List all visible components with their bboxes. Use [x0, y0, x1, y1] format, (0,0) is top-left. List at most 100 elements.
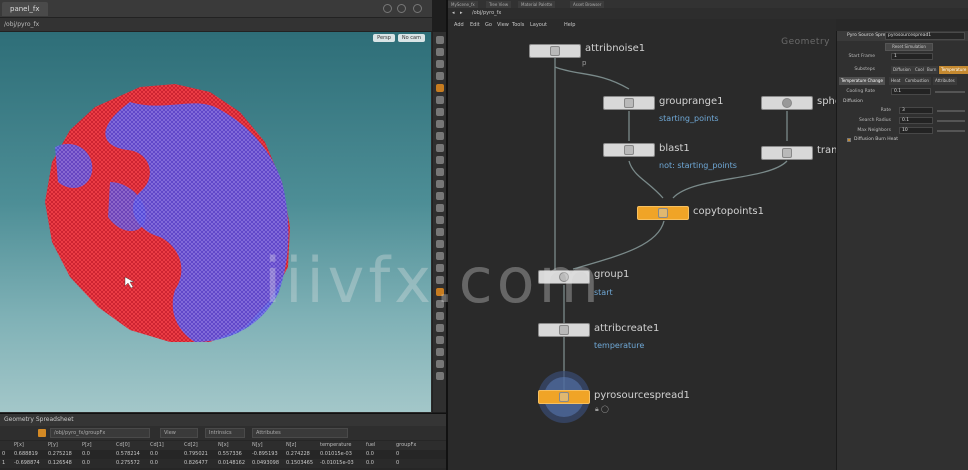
node-name-field[interactable]: pyrosourcespread1: [885, 32, 965, 40]
max-neighbors-field[interactable]: 10: [899, 127, 933, 134]
viewport-path[interactable]: /obj/pyro_fx: [0, 18, 432, 32]
display-icon[interactable]: [435, 156, 444, 164]
handle-icon[interactable]: [435, 84, 444, 92]
menu-help[interactable]: Help: [564, 19, 575, 31]
3d-viewport[interactable]: Persp No cam: [0, 32, 431, 412]
grid-icon[interactable]: [435, 228, 444, 236]
col-header[interactable]: temperature: [320, 441, 351, 450]
frame-icon[interactable]: [435, 264, 444, 272]
guide-icon[interactable]: [435, 240, 444, 248]
pose-icon[interactable]: [435, 96, 444, 104]
cooling-rate-slider[interactable]: [935, 91, 965, 93]
tab-tree-view[interactable]: Tree View: [486, 1, 512, 8]
tab-temperature-change[interactable]: Temperature Change: [839, 77, 885, 85]
menu-tools[interactable]: Tools: [512, 19, 524, 31]
render-icon[interactable]: [435, 288, 444, 296]
intrinsics-field[interactable]: Intrinsics: [205, 428, 245, 438]
ortho-icon[interactable]: [435, 300, 444, 308]
col-header[interactable]: groupFx: [396, 441, 416, 450]
reset-simulation-button[interactable]: Reset Simulation: [885, 43, 933, 51]
tab-combustion[interactable]: Combustion: [903, 77, 931, 85]
tab-asset-browser[interactable]: Asset Browser: [570, 1, 605, 8]
tab-attributes[interactable]: Attributes: [933, 77, 957, 85]
col-header[interactable]: Cd[1]: [150, 441, 164, 450]
tab-cool[interactable]: Cool: [913, 66, 926, 74]
node-sphere[interactable]: [761, 96, 813, 110]
node-path-field[interactable]: /obj/pyro_fx/groupFx: [50, 428, 150, 438]
points-mode-icon[interactable]: [38, 429, 46, 437]
diffusion-burn-checkbox[interactable]: [847, 138, 851, 142]
col-header[interactable]: Cd[0]: [116, 441, 130, 450]
tab-scene[interactable]: MyScene_fx: [448, 1, 478, 8]
start-frame-field[interactable]: 1: [891, 53, 933, 60]
menu-layout[interactable]: Layout: [530, 19, 547, 31]
search-radius-slider[interactable]: [937, 120, 965, 122]
col-header[interactable]: N[z]: [286, 441, 296, 450]
visibility-icon[interactable]: [435, 348, 444, 356]
col-header[interactable]: P[y]: [48, 441, 58, 450]
persp-icon[interactable]: [435, 312, 444, 320]
node-copytopoints[interactable]: [637, 206, 689, 220]
wire-icon[interactable]: [435, 168, 444, 176]
view-dropdown[interactable]: View: [160, 428, 198, 438]
col-header[interactable]: N[x]: [218, 441, 229, 450]
spreadsheet-tab[interactable]: Geometry Spreadsheet: [0, 414, 446, 426]
col-header[interactable]: N[y]: [252, 441, 263, 450]
node-blast[interactable]: [603, 143, 655, 157]
scale-icon[interactable]: [435, 72, 444, 80]
persp-button[interactable]: Persp: [373, 34, 395, 42]
menu-view[interactable]: View: [497, 19, 509, 31]
points-icon[interactable]: [435, 204, 444, 212]
node-group[interactable]: [538, 270, 590, 284]
col-header[interactable]: P[z]: [82, 441, 92, 450]
rotate-icon[interactable]: [435, 60, 444, 68]
search-radius-field[interactable]: 0.1: [899, 117, 933, 124]
shade-icon[interactable]: [435, 180, 444, 188]
view-icon[interactable]: [435, 120, 444, 128]
tab-material-palette[interactable]: Material Palette: [518, 1, 556, 8]
move-icon[interactable]: [435, 48, 444, 56]
tab-diffusion[interactable]: Diffusion: [891, 66, 913, 74]
forward-icon[interactable]: ▸: [460, 8, 463, 19]
col-header[interactable]: fuel: [366, 441, 375, 450]
flip-icon[interactable]: [435, 252, 444, 260]
col-header[interactable]: P[x]: [14, 441, 24, 450]
select-icon[interactable]: [435, 36, 444, 44]
node-grouprange[interactable]: [603, 96, 655, 110]
close-icon[interactable]: [413, 4, 422, 13]
viewport-tab[interactable]: panel_fx: [2, 2, 48, 16]
max-neighbors-slider[interactable]: [937, 130, 965, 132]
gear-icon[interactable]: [397, 4, 406, 13]
rate-field[interactable]: 3: [899, 107, 933, 114]
bg-icon[interactable]: [435, 360, 444, 368]
lock-icon[interactable]: 🔒︎ ◯: [595, 405, 609, 414]
back-icon[interactable]: ◂: [452, 8, 455, 19]
tab-burn[interactable]: Burn: [925, 66, 939, 74]
breadcrumb-path[interactable]: /obj/pyro_fx: [472, 8, 501, 19]
menu-add[interactable]: Add: [454, 19, 464, 31]
col-header[interactable]: Cd[2]: [184, 441, 198, 450]
light-icon[interactable]: [435, 144, 444, 152]
link-icon[interactable]: [435, 336, 444, 344]
normals-icon[interactable]: [435, 216, 444, 224]
tab-temperature[interactable]: Temperature: [939, 66, 968, 74]
lock-icon[interactable]: [435, 324, 444, 332]
node-transform[interactable]: [761, 146, 813, 160]
rate-slider[interactable]: [937, 110, 965, 112]
home-icon[interactable]: [435, 276, 444, 284]
snap-icon[interactable]: [435, 108, 444, 116]
network-canvas[interactable]: Geometry attribnoise1 p grouprange1 star…: [448, 31, 836, 470]
attributes-filter[interactable]: Attributes: [252, 428, 348, 438]
tab-heat[interactable]: Heat: [889, 77, 903, 85]
menu-go[interactable]: Go: [485, 19, 492, 31]
pin-icon[interactable]: [383, 4, 392, 13]
menu-edit[interactable]: Edit: [470, 19, 480, 31]
camera-icon[interactable]: [435, 132, 444, 140]
node-attribcreate[interactable]: [538, 323, 590, 337]
node-attribnoise[interactable]: [529, 44, 581, 58]
ghost-icon[interactable]: [435, 192, 444, 200]
camera-button[interactable]: No cam: [397, 34, 425, 42]
flipbook-icon[interactable]: [435, 372, 444, 380]
cooling-rate-field[interactable]: 0.1: [891, 88, 931, 95]
node-pyrosourcespread[interactable]: [538, 390, 590, 404]
